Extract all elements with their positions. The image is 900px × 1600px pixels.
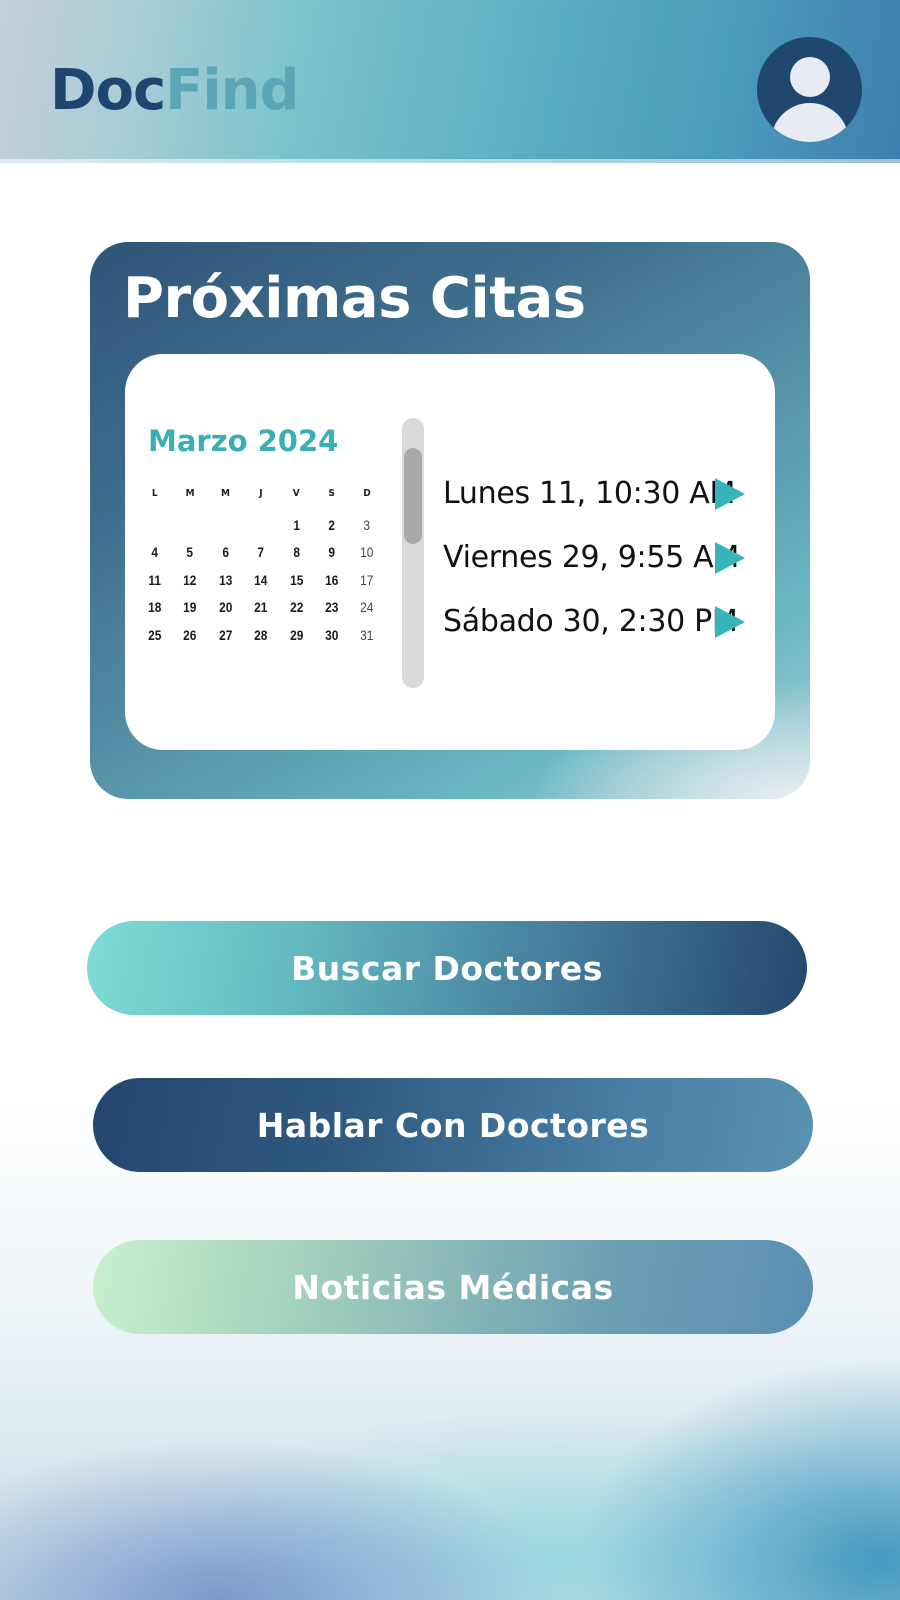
appointment-item[interactable]: Sábado 30, 2:30 PM xyxy=(443,590,753,654)
calendar-empty-cell xyxy=(140,512,170,540)
calendar-day[interactable]: 6 xyxy=(210,539,240,567)
talk-to-doctors-button[interactable]: Hablar Con Doctores xyxy=(93,1078,813,1172)
calendar-day[interactable]: 9 xyxy=(317,539,347,567)
scrollbar-thumb[interactable] xyxy=(404,448,422,544)
calendar-day[interactable]: 17 xyxy=(352,567,382,595)
calendar-day[interactable]: 19 xyxy=(175,594,205,622)
calendar-weekday: V xyxy=(292,488,300,499)
calendar-day[interactable]: 31 xyxy=(352,622,382,650)
calendar-empty-cell xyxy=(175,512,205,540)
calendar-empty-cell xyxy=(210,512,240,540)
user-avatar-icon[interactable] xyxy=(757,37,862,142)
calendar-day[interactable]: 24 xyxy=(352,594,382,622)
calendar-day[interactable]: 18 xyxy=(140,594,170,622)
appointment-label: Lunes 11, 10:30 AM xyxy=(443,476,736,511)
calendar-day[interactable]: 28 xyxy=(246,622,276,650)
app-logo: DocFind xyxy=(50,56,300,126)
play-arrow-icon[interactable] xyxy=(715,478,745,510)
appointments-list: Lunes 11, 10:30 AM Viernes 29, 9:55 AM S… xyxy=(443,462,753,654)
calendar-weekday: S xyxy=(328,488,335,499)
avatar-body xyxy=(771,103,849,142)
calendar-day[interactable]: 26 xyxy=(175,622,205,650)
calendar-day[interactable]: 15 xyxy=(281,567,311,595)
logo-find: Find xyxy=(165,58,299,123)
app-header: DocFind xyxy=(0,0,900,163)
calendar-weekday: M xyxy=(220,488,230,499)
appointment-label: Sábado 30, 2:30 PM xyxy=(443,604,738,639)
play-arrow-icon[interactable] xyxy=(715,606,745,638)
search-doctors-button[interactable]: Buscar Doctores xyxy=(87,921,807,1015)
card-title: Próximas Citas xyxy=(123,266,586,331)
calendar-empty-cell xyxy=(246,512,276,540)
calendar-grid: L M M J V S D 1 2 3 4 5 6 7 8 9 10 11 12 13 14 15 16 17 18 19 20 21… xyxy=(137,484,385,649)
calendar-day[interactable]: 12 xyxy=(175,567,205,595)
calendar-day[interactable]: 7 xyxy=(246,539,276,567)
play-arrow-icon[interactable] xyxy=(715,542,745,574)
calendar-day[interactable]: 30 xyxy=(317,622,347,650)
appointments-scrollbar[interactable] xyxy=(402,418,424,688)
calendar-day[interactable]: 10 xyxy=(352,539,382,567)
appointments-panel: Marzo 2024 L M M J V S D 1 2 3 4 5 6 7 8 9 10 11 12 13 14 15 1… xyxy=(125,354,775,750)
calendar-day[interactable]: 23 xyxy=(317,594,347,622)
calendar-day[interactable]: 27 xyxy=(210,622,240,650)
upcoming-appointments-card: Próximas Citas Marzo 2024 LMMJVSD1234567… xyxy=(90,242,810,799)
calendar-day[interactable]: 21 xyxy=(246,594,276,622)
calendar-day[interactable]: 3 xyxy=(352,512,382,540)
calendar-day[interactable]: 5 xyxy=(175,539,205,567)
calendar-weekday: L xyxy=(151,488,158,499)
appointment-label: Viernes 29, 9:55 AM xyxy=(443,540,739,575)
calendar-day[interactable]: 4 xyxy=(140,539,170,567)
calendar-day[interactable]: 11 xyxy=(140,567,170,595)
calendar-day[interactable]: 13 xyxy=(210,567,240,595)
calendar-day[interactable]: 1 xyxy=(281,512,311,540)
calendar-month-label: Marzo 2024 xyxy=(148,424,339,458)
calendar-day[interactable]: 25 xyxy=(140,622,170,650)
medical-news-button[interactable]: Noticias Médicas xyxy=(93,1240,813,1334)
calendar-weekday: J xyxy=(259,488,263,499)
calendar-weekday: D xyxy=(363,488,371,499)
calendar-day[interactable]: 16 xyxy=(317,567,347,595)
calendar-day[interactable]: 8 xyxy=(281,539,311,567)
calendar-day[interactable]: 22 xyxy=(281,594,311,622)
appointment-item[interactable]: Viernes 29, 9:55 AM xyxy=(443,526,753,590)
calendar-day[interactable]: 29 xyxy=(281,622,311,650)
logo-doc: Doc xyxy=(50,58,166,123)
calendar-day[interactable]: 20 xyxy=(210,594,240,622)
avatar-head xyxy=(790,57,830,97)
calendar-weekday: M xyxy=(185,488,195,499)
appointment-item[interactable]: Lunes 11, 10:30 AM xyxy=(443,462,753,526)
calendar-day[interactable]: 14 xyxy=(246,567,276,595)
calendar-day[interactable]: 2 xyxy=(317,512,347,540)
